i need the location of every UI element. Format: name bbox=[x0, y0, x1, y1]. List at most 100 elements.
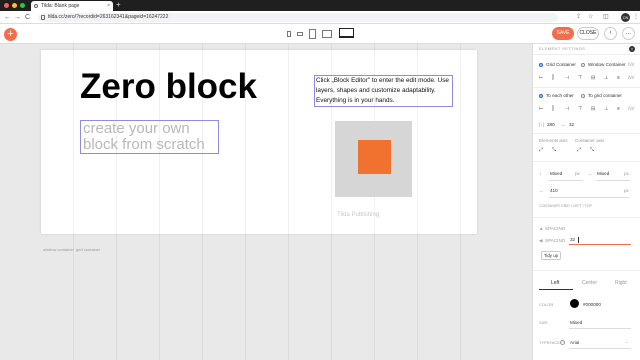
tablet-landscape-icon[interactable] bbox=[322, 30, 332, 38]
browser-tab[interactable]: Tilda: Blank page × bbox=[31, 1, 113, 11]
close-button[interactable]: CLOSE bbox=[577, 27, 599, 40]
unit-toggle[interactable]: /\/\/ bbox=[628, 106, 634, 111]
align-center-h-icon[interactable]: ⫿ bbox=[552, 106, 554, 112]
width-input[interactable]: Mixed bbox=[550, 171, 562, 176]
info-icon[interactable]: i bbox=[560, 340, 565, 345]
align-bottom-icon[interactable]: ⊥ bbox=[604, 75, 608, 81]
distribute-icon[interactable]: ≡ bbox=[617, 106, 620, 112]
axis-vertical-icon[interactable]: ⤡ bbox=[552, 147, 556, 153]
to-each-other-label: To each other bbox=[546, 93, 574, 98]
window-container-radio[interactable] bbox=[581, 63, 585, 67]
input-underline bbox=[549, 197, 630, 198]
font-size-input[interactable]: Mixed bbox=[570, 320, 582, 325]
typeface-label: TYPEFACE bbox=[539, 340, 560, 345]
font-size-label: SIZE bbox=[539, 320, 548, 325]
unit-toggle[interactable]: /\/\/ bbox=[628, 62, 634, 67]
add-element-button[interactable]: + bbox=[4, 28, 17, 41]
container-reference[interactable]: CONTAINER GRID / LEFT / TOP bbox=[539, 204, 592, 208]
share-icon[interactable]: ⇪ bbox=[576, 14, 581, 21]
new-tab-button[interactable]: + bbox=[116, 0, 121, 10]
chevron-down-icon[interactable]: ⌄ bbox=[625, 339, 629, 345]
to-grid-container-radio[interactable] bbox=[581, 94, 585, 98]
close-window-dot[interactable] bbox=[4, 3, 9, 8]
align-center-h-icon[interactable]: ⫿ bbox=[552, 75, 554, 81]
tablet-portrait-icon[interactable] bbox=[309, 29, 316, 39]
more-button[interactable]: … bbox=[622, 27, 635, 40]
container-axis-horizontal-icon[interactable]: ⤢ bbox=[577, 147, 581, 153]
typeface-select[interactable]: Arial bbox=[570, 340, 579, 345]
distribute-icon[interactable]: ≡ bbox=[617, 75, 620, 81]
url-field[interactable]: tilda.cc/zero/?recordid=263162341&pageid… bbox=[38, 13, 558, 22]
width-icon: ↕ bbox=[539, 171, 542, 176]
star-icon[interactable]: ☆ bbox=[588, 14, 593, 21]
align-left-icon[interactable]: ⊢ bbox=[539, 106, 543, 112]
grid-container-radio[interactable] bbox=[539, 63, 543, 67]
minimize-window-dot[interactable] bbox=[12, 3, 17, 8]
forward-icon[interactable]: → bbox=[14, 13, 21, 22]
container-width-unit[interactable]: px bbox=[624, 188, 629, 193]
active-input-underline bbox=[569, 244, 631, 245]
artboard[interactable]: Zero block create your own block from sc… bbox=[41, 50, 477, 234]
collapse-button[interactable]: ‹ bbox=[604, 27, 617, 40]
height-icon: ↔ bbox=[588, 171, 593, 176]
description-element[interactable]: Click „Block Editor" to enter the edit m… bbox=[314, 75, 453, 107]
horizontal-spacing-icon: ◀ bbox=[539, 238, 543, 243]
align-right-icon[interactable]: ⊣ bbox=[565, 106, 569, 112]
active-tab-underline bbox=[539, 289, 573, 290]
desktop-icon[interactable] bbox=[339, 28, 354, 38]
maximize-window-dot[interactable] bbox=[20, 3, 25, 8]
y-position-input[interactable]: 32 bbox=[569, 122, 574, 127]
width-unit[interactable]: px bbox=[575, 171, 580, 176]
close-tab-icon[interactable]: × bbox=[107, 1, 110, 11]
x-position-input[interactable]: 280 bbox=[547, 122, 555, 127]
height-unit[interactable]: px bbox=[624, 171, 629, 176]
panel-title: ELEMENT SETTINGS bbox=[539, 46, 586, 51]
align-bottom-icon[interactable]: ⊥ bbox=[604, 106, 608, 112]
phone-landscape-icon[interactable] bbox=[297, 32, 303, 36]
reload-icon[interactable]: C bbox=[25, 13, 30, 22]
url-text: tilda.cc/zero/?recordid=263162341&pageid… bbox=[48, 14, 169, 20]
divider bbox=[533, 87, 640, 88]
subtext-element[interactable]: create your own block from scratch bbox=[80, 120, 219, 154]
close-panel-icon[interactable]: × bbox=[629, 46, 635, 52]
heading-element[interactable]: Zero block bbox=[80, 67, 257, 107]
vertical-spacing-icon: ▲ bbox=[539, 226, 544, 231]
caption-text[interactable]: Tilda Publishing bbox=[337, 212, 379, 218]
tidy-up-button[interactable]: Tidy up bbox=[541, 251, 561, 260]
unit-toggle[interactable]: /\/\/ bbox=[628, 75, 634, 80]
container-axis-vertical-icon[interactable]: ⤡ bbox=[590, 147, 594, 153]
browser-menu-icon[interactable]: ⋮ bbox=[633, 14, 639, 21]
horizontal-spacing-label: SPACING bbox=[545, 238, 566, 243]
input-underline bbox=[596, 180, 630, 181]
color-swatch[interactable] bbox=[570, 299, 579, 308]
phone-portrait-icon[interactable] bbox=[287, 31, 291, 37]
align-left-tab[interactable]: Left bbox=[551, 280, 559, 286]
align-right-icon[interactable]: ⊣ bbox=[565, 75, 569, 81]
align-top-icon[interactable]: ⊤ bbox=[578, 75, 582, 81]
align-center-tab[interactable]: Center bbox=[582, 280, 597, 286]
axis-horizontal-icon[interactable]: ⤢ bbox=[539, 147, 543, 153]
extensions-icon[interactable]: ◫ bbox=[603, 14, 609, 21]
save-button[interactable]: SAVE bbox=[552, 27, 574, 40]
input-underline bbox=[569, 348, 631, 349]
editor-workspace[interactable]: Zero block create your own block from sc… bbox=[0, 44, 532, 360]
to-each-other-radio[interactable] bbox=[539, 94, 543, 98]
color-label: COLOR bbox=[539, 302, 554, 307]
horizontal-spacing-input[interactable]: 32 bbox=[570, 237, 575, 242]
back-icon[interactable]: ← bbox=[4, 13, 11, 22]
container-width-input[interactable]: 410 bbox=[550, 188, 558, 193]
y-position-icon: ↔ bbox=[561, 122, 566, 127]
orange-square-shape[interactable] bbox=[358, 140, 391, 174]
align-right-tab[interactable]: Right bbox=[615, 280, 627, 286]
align-middle-icon[interactable]: ⊟ bbox=[591, 75, 595, 81]
align-middle-icon[interactable]: ⊟ bbox=[591, 106, 595, 112]
height-input[interactable]: Mixed bbox=[597, 171, 609, 176]
align-top-icon[interactable]: ⊤ bbox=[578, 106, 582, 112]
tab-title: Tilda: Blank page bbox=[41, 3, 80, 9]
align-left-icon[interactable]: ⊢ bbox=[539, 75, 543, 81]
globe-icon bbox=[34, 4, 38, 8]
profile-avatar[interactable]: CN bbox=[621, 13, 630, 22]
vertical-spacing-label: SPACING bbox=[545, 226, 566, 231]
elements-axis-label: Elements axis bbox=[539, 138, 568, 143]
color-input[interactable]: #000000 bbox=[583, 302, 601, 307]
